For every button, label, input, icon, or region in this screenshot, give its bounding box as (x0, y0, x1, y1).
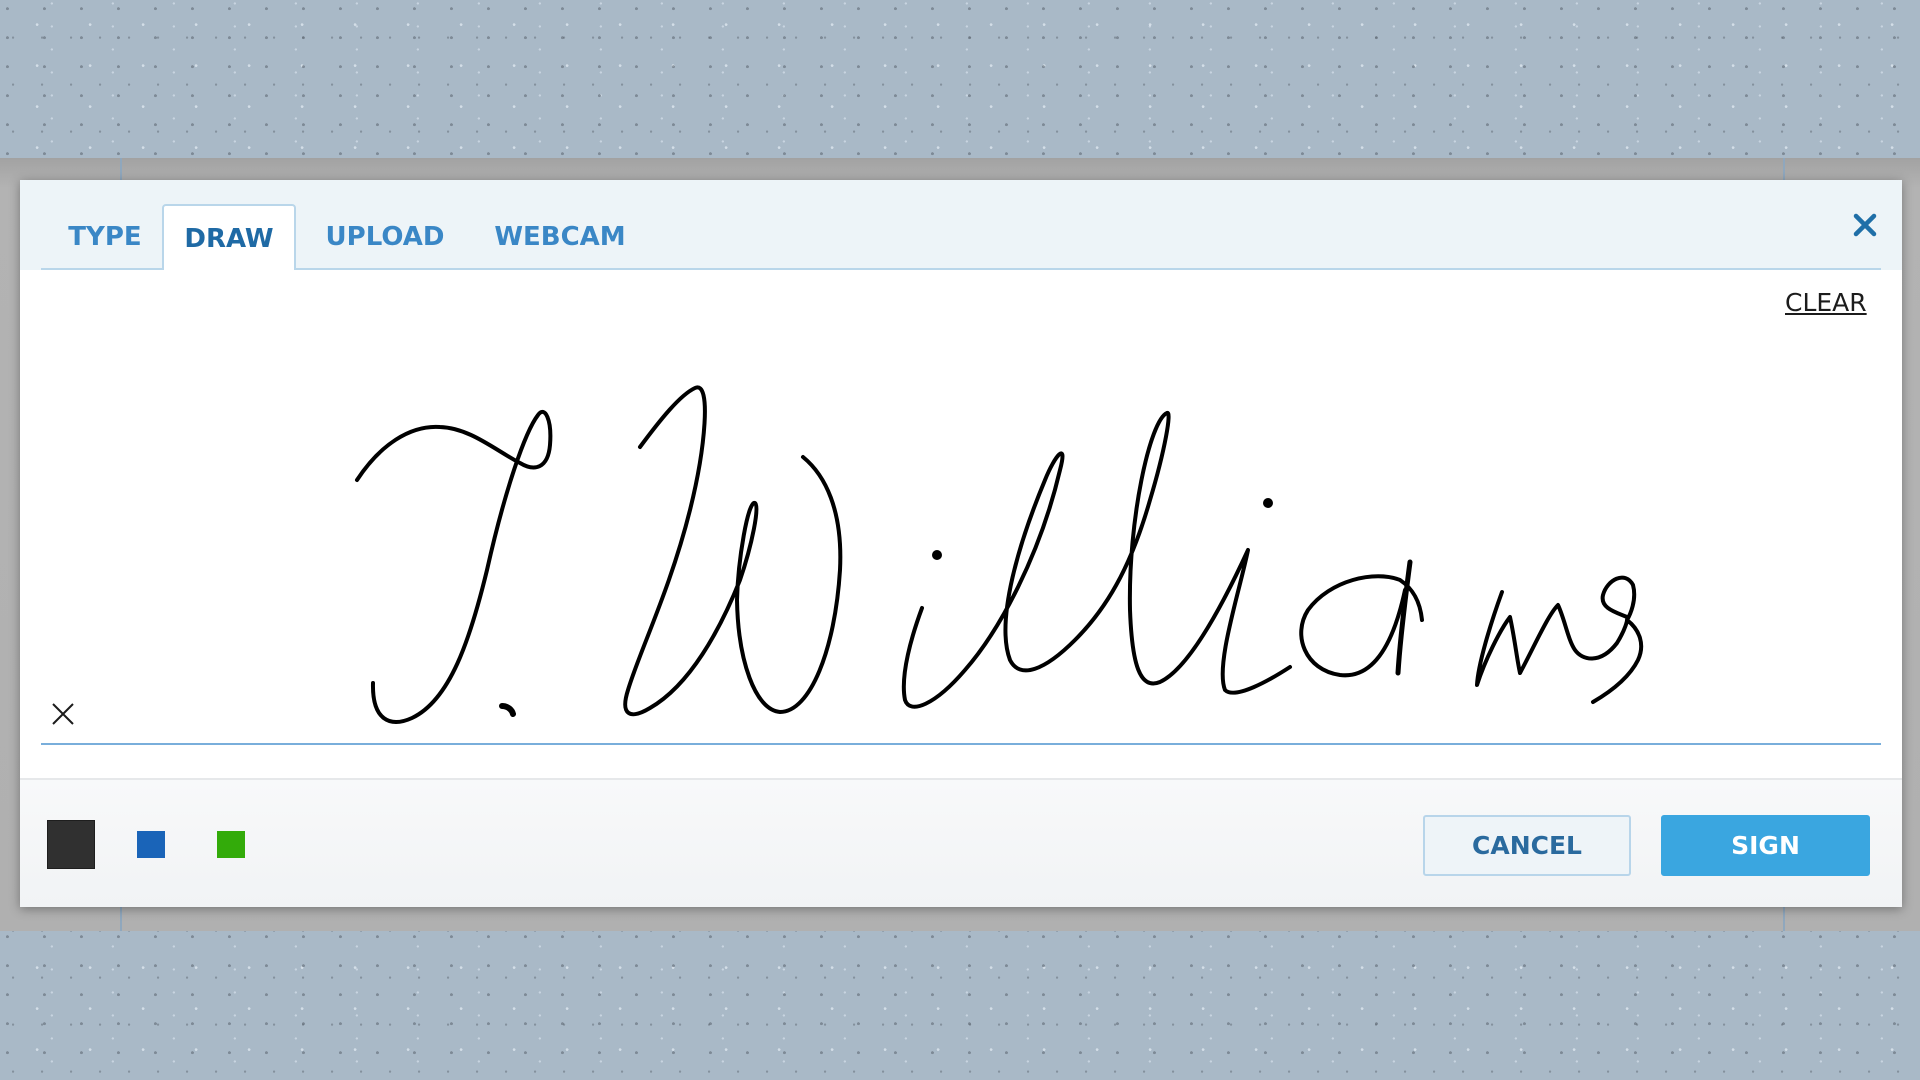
tab-upload[interactable]: UPLOAD (310, 204, 460, 270)
tab-draw[interactable]: DRAW (162, 204, 296, 270)
close-icon (1853, 213, 1877, 237)
dialog-header: TYPE DRAW UPLOAD WEBCAM (20, 180, 1902, 270)
tab-type[interactable]: TYPE (55, 204, 155, 270)
signature-baseline (41, 743, 1881, 745)
color-swatch-green[interactable] (217, 831, 245, 858)
signature-dialog: TYPE DRAW UPLOAD WEBCAM CLEAR CANCEL SIG… (20, 180, 1902, 907)
color-swatch-black[interactable] (47, 820, 95, 869)
x-mark-icon (52, 703, 74, 725)
color-swatch-blue[interactable] (137, 831, 165, 858)
dialog-footer: CANCEL SIGN (20, 778, 1902, 907)
tab-webcam[interactable]: WEBCAM (485, 204, 635, 270)
clear-link[interactable]: CLEAR (1785, 288, 1867, 317)
sign-button[interactable]: SIGN (1661, 815, 1870, 876)
drawing-canvas[interactable] (20, 270, 1902, 778)
close-button[interactable] (1853, 213, 1877, 237)
cancel-button[interactable]: CANCEL (1423, 815, 1631, 876)
